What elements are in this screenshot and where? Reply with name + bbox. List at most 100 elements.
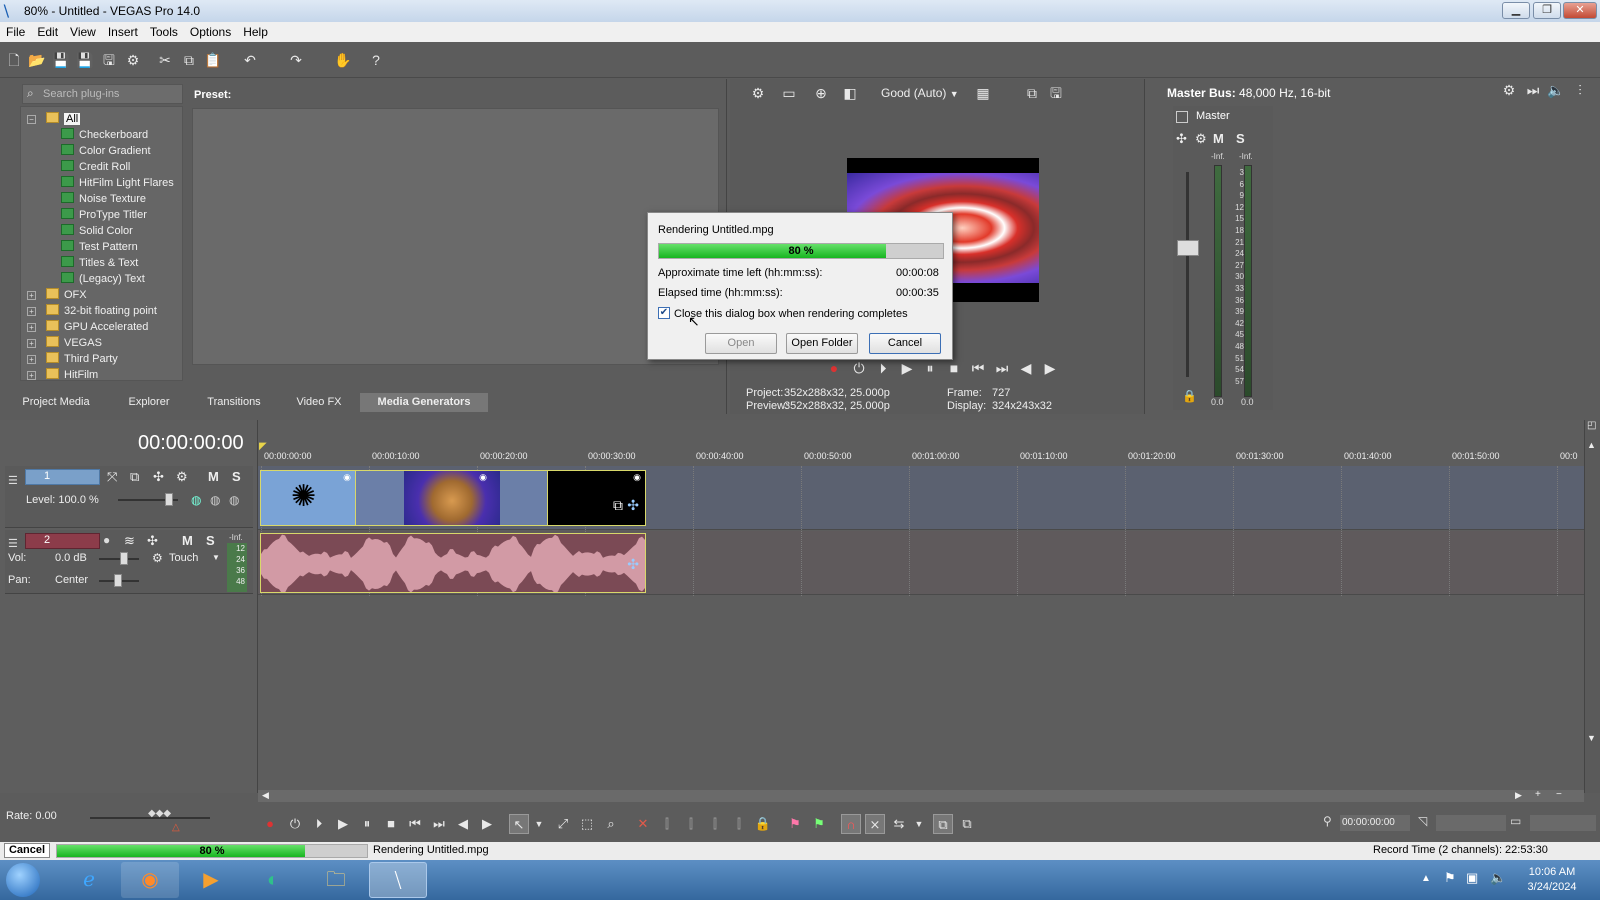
envelope-tool-icon[interactable]: ⤢ (553, 814, 573, 834)
parent-motion-icon[interactable]: ◍ (191, 493, 201, 507)
lock-icon[interactable]: 🔒 (1182, 389, 1197, 403)
previous-frame-icon[interactable]: ◀ (453, 814, 473, 834)
stop-icon[interactable]: ■ (381, 814, 401, 834)
paste-icon[interactable]: 📋 (203, 50, 223, 70)
menu-insert[interactable]: Insert (102, 22, 144, 39)
menu-file[interactable]: File (0, 22, 31, 39)
video-clip[interactable]: ✺ ◉ (260, 470, 356, 526)
selection-start-field[interactable] (1436, 815, 1506, 831)
video-track-header[interactable]: ☰ 1 ⤧ ⧉ ✣ ⚙ M S Level: 100.0 % ◍ ◍ ◍ (5, 466, 253, 528)
scroll-right-icon[interactable]: ▶ (1515, 790, 1522, 801)
menu-edit[interactable]: Edit (31, 22, 64, 39)
tree-item-generator[interactable]: ProType Titler (61, 207, 147, 223)
next-frame-icon[interactable]: ▶ (1040, 358, 1060, 378)
invert-phase-icon[interactable]: ≋ (124, 533, 135, 549)
external-monitor-icon[interactable]: ▭ (779, 83, 799, 103)
trim-start-icon[interactable]: ⫿ (681, 814, 701, 834)
pan-slider-handle[interactable] (114, 574, 122, 587)
menu-options[interactable]: Options (184, 22, 237, 39)
show-hidden-icons[interactable]: ▲ (1421, 873, 1431, 884)
tree-item-generator[interactable]: Credit Roll (61, 159, 130, 175)
mixer-settings-icon[interactable]: ⫶ (1570, 80, 1590, 100)
plugin-tree[interactable]: − All Checkerboard Color Gradient Credit … (20, 106, 183, 381)
video-clip[interactable]: ◉ ⧉ ✣ (548, 470, 646, 526)
redo-icon[interactable]: ↷ (286, 50, 306, 70)
whats-this-help-icon[interactable]: ? (366, 50, 386, 70)
pause-icon[interactable]: ⏸ (357, 814, 377, 834)
search-plugins-input[interactable]: ⌕ Search plug-ins (22, 84, 183, 104)
record-icon[interactable]: ● (824, 358, 844, 378)
zoom-in-icon[interactable]: + (1535, 789, 1541, 800)
menu-help[interactable]: Help (237, 22, 274, 39)
tree-folder[interactable]: + GPU Accelerated (27, 319, 148, 335)
audio-track-header[interactable]: ☰ 2 ● ≋ ✣ M S -Inf. 12 24 36 48 Vol: 0.0… (5, 530, 253, 594)
tree-item-generator[interactable]: Titles & Text (61, 255, 138, 271)
level-slider-handle[interactable] (165, 493, 173, 506)
speaker-icon[interactable]: 🔈 (1546, 80, 1566, 100)
close-on-complete-checkbox[interactable]: ✔ (658, 307, 670, 319)
tree-root-all[interactable]: − All (27, 111, 81, 127)
tree-folder[interactable]: + HitFilm (27, 367, 98, 383)
expand-track-icon[interactable]: ◰ (1587, 420, 1596, 431)
volume-muted-icon[interactable]: 🔈 (1490, 870, 1506, 886)
automation-gear-icon[interactable]: ⚙ (152, 551, 163, 565)
clip-fx-icon[interactable]: ◉ (343, 472, 351, 483)
video-clip[interactable]: ◉ (356, 470, 548, 526)
save-icon[interactable]: 💾 (51, 50, 71, 70)
master-solo-button[interactable]: S (1236, 131, 1245, 146)
loop-icon[interactable]: ⏻ (849, 358, 869, 378)
cut-icon[interactable]: ✂ (155, 50, 175, 70)
tree-item-generator[interactable]: Checkerboard (61, 127, 148, 143)
save-as-icon[interactable]: 💾 (75, 50, 95, 70)
tree-item-generator[interactable]: Solid Color (61, 223, 133, 239)
play-icon[interactable]: ▶ (897, 358, 917, 378)
tree-item-generator[interactable]: HitFilm Light Flares (61, 175, 174, 191)
record-icon[interactable]: ● (260, 814, 280, 834)
mixer-properties-icon[interactable]: ⚙ (1499, 80, 1519, 100)
video-track-gear-icon[interactable]: ⚙ (176, 469, 188, 485)
tab-explorer[interactable]: Explorer (110, 393, 188, 412)
tree-item-generator[interactable]: Color Gradient (61, 143, 151, 159)
go-to-start-icon[interactable]: ⏮ (405, 814, 425, 834)
audio-clip[interactable]: ✣ (260, 533, 646, 593)
cursor-time-field[interactable]: 00:00:00:00 (1340, 815, 1410, 831)
insert-region-icon[interactable]: ⚑ (809, 814, 829, 834)
master-mute-button[interactable]: M (1213, 131, 1224, 146)
tree-folder[interactable]: +32-bit floating point (27, 303, 157, 319)
scroll-up-icon[interactable]: ▲ (1587, 440, 1596, 450)
pause-icon[interactable]: ⏸ (920, 358, 940, 378)
tree-folder[interactable]: + Third Party (27, 351, 118, 367)
audio-fx-icon[interactable]: ✣ (147, 533, 158, 549)
taskbar-clock[interactable]: 10:06 AM 3/24/2024 (1522, 865, 1582, 895)
downmix-icon[interactable]: ⏭ (1523, 80, 1543, 100)
clip-fx-icon[interactable]: ◉ (479, 472, 487, 483)
trim-end-icon[interactable]: ⫿ (705, 814, 725, 834)
minimize-button[interactable]: ▁ (1502, 2, 1530, 19)
preview-quality-select[interactable]: Good (Auto) ▼ (881, 86, 959, 100)
selection-tool-icon[interactable]: ⬚ (577, 814, 597, 834)
file-explorer-icon[interactable]: 🗀 (307, 862, 365, 898)
open-icon[interactable]: 📂 (27, 50, 47, 70)
internet-explorer-icon[interactable]: ℯ (60, 862, 118, 898)
enable-snapping-icon[interactable]: ✋ (333, 50, 353, 70)
parent-overlay-icon[interactable]: ◍ (210, 493, 220, 507)
previous-frame-icon[interactable]: ◀ (1016, 358, 1036, 378)
tab-video-fx[interactable]: Video FX (282, 393, 356, 412)
lock-envelopes-icon[interactable]: ⧉ (933, 814, 953, 834)
tab-media-generators[interactable]: Media Generators (360, 393, 488, 412)
go-to-end-icon[interactable]: ⏭ (992, 358, 1012, 378)
auto-ripple-icon[interactable]: ⇆ (889, 814, 909, 834)
action-center-flag-icon[interactable]: ⚑ (1444, 870, 1456, 886)
chevron-down-icon[interactable]: ▼ (529, 814, 549, 834)
chevron-down-icon[interactable]: ▼ (909, 814, 929, 834)
compositing-icon[interactable]: ⧉ (130, 469, 139, 485)
go-to-start-icon[interactable]: ⏮ (968, 358, 988, 378)
split-icon[interactable]: ⫿ (729, 814, 749, 834)
zoom-out-icon[interactable]: − (1556, 789, 1562, 800)
media-player-icon[interactable]: ▶ (182, 862, 240, 898)
delete-icon[interactable]: ✕ (633, 814, 653, 834)
mask-icon[interactable]: ◍ (229, 493, 239, 507)
play-from-start-icon[interactable]: ⏵ (309, 814, 329, 834)
track-motion-icon[interactable]: ⤧ (107, 469, 117, 485)
render-as-icon[interactable]: 🖫 (99, 50, 119, 70)
